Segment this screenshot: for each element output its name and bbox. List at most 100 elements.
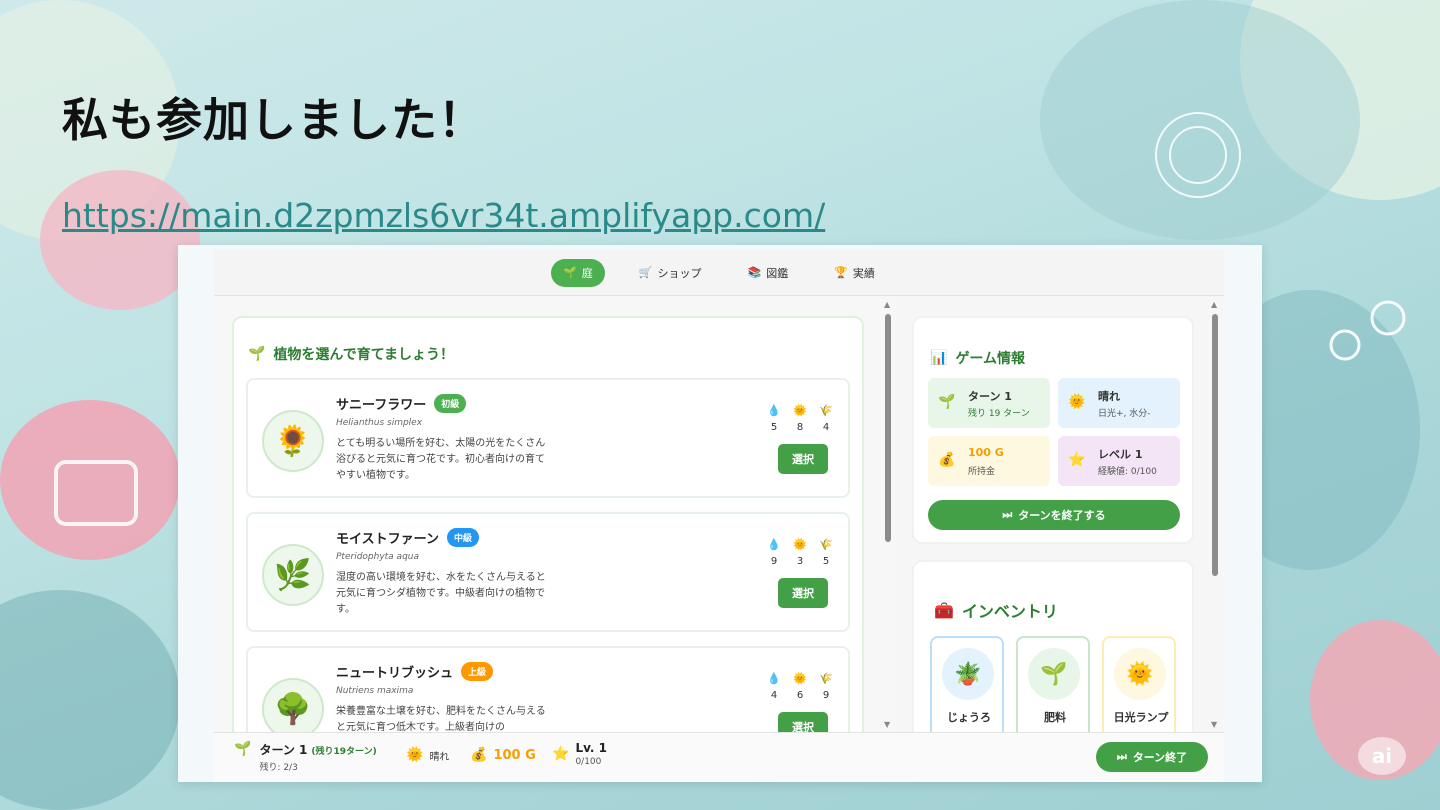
- tab-shop[interactable]: 🛒 ショップ: [627, 259, 714, 287]
- nutrient-icon: 🌾: [819, 404, 833, 417]
- scrollbar-thumb[interactable]: [885, 314, 891, 542]
- plant-latin-name: Nutriens maxima: [336, 686, 414, 696]
- app-screenshot-frame: 🌱 庭 🛒 ショップ 📚 図鑑 🏆 実績 🌱 植物を選んで育てましょう！ 🌻 サ…: [178, 245, 1262, 782]
- fast-forward-icon: ⏭: [1116, 750, 1127, 763]
- game-info-card: 📊 ゲーム情報 🌱 ターン 1 残り 19 ターン 🌞 晴れ 日光+, 水分- …: [912, 316, 1194, 544]
- nutrient-icon: 🌾: [819, 672, 833, 685]
- money-bag-icon: 💰: [938, 452, 956, 468]
- end-turn-button-bottom[interactable]: ⏭ ターン終了: [1096, 742, 1208, 772]
- plant-latin-name: Helianthus simplex: [336, 418, 423, 428]
- tab-achievements[interactable]: 🏆 実績: [822, 259, 887, 287]
- turn-remaining: 残り 19 ターン: [968, 409, 1030, 419]
- sunflower-icon: 🌻: [262, 410, 324, 472]
- main-scrollbar[interactable]: ▲ ▼: [884, 300, 892, 730]
- inventory-item-watering-can[interactable]: 🪴 じょうろ: [930, 636, 1004, 732]
- level-label: レベル 1: [1098, 448, 1143, 461]
- sun-icon: 🌞: [793, 538, 807, 551]
- fertilizer-icon: 🌱: [1028, 648, 1080, 700]
- watering-can-icon: 🪴: [942, 648, 994, 700]
- select-button[interactable]: 選択: [778, 712, 828, 732]
- difficulty-badge: 中級: [446, 528, 479, 547]
- level-info-box: ⭐ レベル 1 経験値: 0/100: [1058, 436, 1180, 486]
- select-button[interactable]: 選択: [778, 444, 828, 474]
- select-button[interactable]: 選択: [778, 578, 828, 608]
- nutrient-value: 4: [822, 422, 830, 433]
- water-value: 4: [770, 690, 778, 701]
- scroll-up-arrow-icon[interactable]: ▲: [1211, 300, 1217, 309]
- tab-label: ショップ: [657, 266, 702, 280]
- sun-lamp-icon: 🌞: [1114, 648, 1166, 700]
- nutrient-value: 9: [822, 690, 830, 701]
- plant-selection-heading: 植物を選んで育てましょう！: [273, 347, 455, 363]
- status-bar: 🌱 ターン 1 (残り19ターン) 残り: 2/3 🌞 晴れ 💰 100 G ⭐ …: [214, 732, 1224, 782]
- sun-value: 8: [796, 422, 804, 433]
- plant-card-nutri-bush: 🌳 ニュートリブッシュ 上級 Nutriens maxima 栄養豊富な土壌を好…: [246, 646, 850, 732]
- ai-badge: ai: [1358, 737, 1406, 775]
- game-info-heading: ゲーム情報: [955, 351, 1026, 367]
- status-gold: 💰 100 G: [470, 747, 536, 763]
- sun-icon: 🌞: [793, 404, 807, 417]
- game-info-title: 📊 ゲーム情報: [930, 348, 1025, 368]
- inventory-item-fertilizer[interactable]: 🌱 肥料: [1016, 636, 1090, 732]
- sprout-icon: 🌱: [938, 394, 956, 410]
- toolbox-icon: 🧰: [934, 600, 954, 620]
- weather-info-box: 🌞 晴れ 日光+, 水分-: [1058, 378, 1180, 428]
- plant-stats: 💧 4 🌞 6 🌾 9: [767, 672, 833, 701]
- plant-latin-name: Pteridophyta aqua: [336, 552, 420, 562]
- garden-game-app: 🌱 庭 🛒 ショップ 📚 図鑑 🏆 実績 🌱 植物を選んで育てましょう！ 🌻 サ…: [214, 250, 1224, 782]
- water-value: 9: [770, 556, 778, 567]
- inventory-title: 🧰 インベントリ: [934, 598, 1058, 622]
- status-level-label: Lv. 1: [575, 741, 608, 755]
- gold-info-box: 💰 100 G 所持金: [928, 436, 1050, 486]
- scroll-down-arrow-icon[interactable]: ▼: [1211, 720, 1217, 729]
- status-turn-label: ターン 1: [259, 743, 308, 757]
- sun-icon: 🌞: [406, 747, 424, 763]
- app-url-link[interactable]: https://main.d2zpmzls6vr34t.amplifyapp.c…: [62, 196, 825, 235]
- sidebar-scrollbar[interactable]: ▲ ▼: [1210, 300, 1220, 730]
- turn-info-box: 🌱 ターン 1 残り 19 ターン: [928, 378, 1050, 428]
- tab-bar: 🌱 庭 🛒 ショップ 📚 図鑑 🏆 実績: [214, 250, 1224, 296]
- tab-encyclopedia[interactable]: 📚 図鑑: [736, 259, 801, 287]
- scroll-up-arrow-icon[interactable]: ▲: [884, 300, 890, 309]
- water-drop-icon: 💧: [767, 404, 781, 417]
- cart-icon: 🛒: [638, 266, 653, 279]
- weather-effect: 日光+, 水分-: [1098, 409, 1151, 419]
- scroll-down-arrow-icon[interactable]: ▼: [884, 720, 890, 729]
- plant-name-row: モイストファーン 中級: [336, 528, 479, 547]
- chart-icon: 📊: [930, 350, 948, 366]
- slide-title: 私も参加しました！: [62, 93, 485, 147]
- nutrient-value: 5: [822, 556, 830, 567]
- plant-description: 湿度の高い環境を好む、水をたくさん与えると元気に育つシダ植物です。中級者向けの植…: [336, 572, 546, 615]
- experience-value: 経験値: 0/100: [1098, 467, 1157, 477]
- sprout-icon: 🌱: [248, 346, 266, 362]
- sprout-icon: 🌱: [234, 741, 252, 757]
- plant-description: とても明るい場所を好む、太陽の光をたくさん浴びると元気に育つ花です。初心者向けの…: [336, 438, 546, 481]
- inventory-heading: インベントリ: [961, 602, 1058, 621]
- plant-selection-card: 🌱 植物を選んで育てましょう！ 🌻 サニーフラワー 初級 Helianthus …: [232, 316, 864, 732]
- tab-label: 庭: [581, 266, 593, 280]
- plant-name: サニーフラワー: [336, 398, 427, 413]
- status-weather: 🌞 晴れ: [406, 747, 449, 763]
- difficulty-badge: 上級: [461, 662, 494, 681]
- sun-icon: 🌞: [1068, 394, 1086, 410]
- end-turn-button[interactable]: ⏭ ターンを終了する: [928, 500, 1180, 530]
- bush-icon: 🌳: [262, 678, 324, 732]
- weather-label: 晴れ: [1098, 390, 1120, 403]
- sun-value: 6: [796, 690, 804, 701]
- sidebar-panel: 📊 ゲーム情報 🌱 ターン 1 残り 19 ターン 🌞 晴れ 日光+, 水分- …: [896, 296, 1222, 732]
- fern-icon: 🌿: [262, 544, 324, 606]
- tab-label: 図鑑: [766, 266, 789, 280]
- plant-selection-panel: 🌱 植物を選んで育てましょう！ 🌻 サニーフラワー 初級 Helianthus …: [214, 296, 894, 732]
- tab-garden[interactable]: 🌱 庭: [551, 258, 605, 287]
- inventory-card: 🧰 インベントリ 🪴 じょうろ 🌱 肥料 🌞 日光ランプ: [912, 560, 1194, 732]
- plant-name-row: ニュートリブッシュ 上級: [336, 662, 494, 681]
- water-drop-icon: 💧: [767, 672, 781, 685]
- plant-stats: 💧 9 🌞 3 🌾 5: [767, 538, 833, 567]
- status-level: ⭐ Lv. 1 0/100: [552, 741, 607, 767]
- end-turn-label: ターンを終了する: [1018, 509, 1106, 522]
- water-drop-icon: 💧: [767, 538, 781, 551]
- scrollbar-thumb[interactable]: [1212, 314, 1218, 576]
- status-actions-remaining: 残り: 2/3: [259, 763, 298, 773]
- inventory-item-sun-lamp[interactable]: 🌞 日光ランプ: [1102, 636, 1176, 732]
- star-icon: ⭐: [552, 746, 570, 762]
